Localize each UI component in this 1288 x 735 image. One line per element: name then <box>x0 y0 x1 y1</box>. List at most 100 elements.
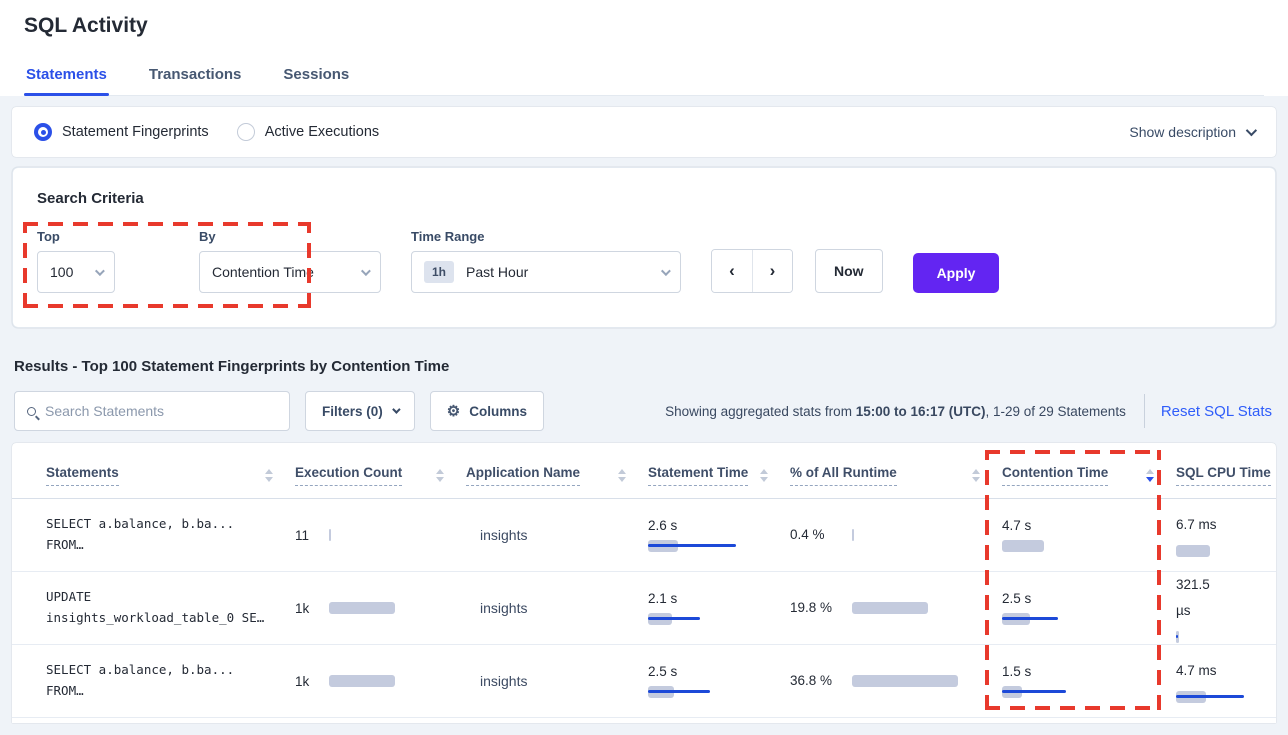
search-icon <box>27 407 36 416</box>
radio-unselected-icon <box>237 123 255 141</box>
search-statements-input[interactable] <box>45 403 277 419</box>
sort-icon[interactable] <box>618 469 626 482</box>
filters-button[interactable]: Filters (0) <box>305 391 415 431</box>
results-heading: Results - Top 100 Statement Fingerprints… <box>14 358 1274 375</box>
table-row: SELECT a.balance, b.ba... FROM… 11 insig… <box>12 499 1276 572</box>
time-range-select[interactable]: 1h Past Hour <box>411 251 681 293</box>
show-description-toggle[interactable]: Show description <box>1129 124 1254 140</box>
application-name-cell: insights <box>466 600 648 616</box>
execution-count-cell: 1k <box>295 674 466 689</box>
chevron-down-icon <box>661 266 671 276</box>
search-criteria-card: Search Criteria Top 100 By Contention Ti… <box>12 167 1276 328</box>
filters-label: Filters (0) <box>322 404 383 419</box>
radio-label: Statement Fingerprints <box>62 124 209 140</box>
col-contention-time: Contention Time <box>1002 465 1176 486</box>
runtime-pct-bar <box>852 674 962 688</box>
view-radio-group: Statement Fingerprints Active Executions <box>34 123 379 141</box>
aggregated-stats-text: Showing aggregated stats from 15:00 to 1… <box>665 404 1126 419</box>
top-select-value: 100 <box>50 264 73 280</box>
sort-icon[interactable] <box>436 469 444 482</box>
col-application-name: Application Name <box>466 465 648 486</box>
contention-time-bar <box>1002 612 1176 626</box>
search-criteria-heading: Search Criteria <box>37 190 1251 207</box>
runtime-pct-cell: 19.8 % <box>790 595 1002 621</box>
now-button[interactable]: Now <box>815 249 883 293</box>
divider <box>1144 394 1145 428</box>
execution-count-cell: 1k <box>295 601 466 616</box>
reset-sql-stats-link[interactable]: Reset SQL Stats <box>1161 403 1276 420</box>
top-select[interactable]: 100 <box>37 251 115 293</box>
time-range-label: Time Range <box>411 229 681 244</box>
chevron-down-icon <box>95 266 105 276</box>
col-pct-of-all-runtime: % of All Runtime <box>790 465 1002 486</box>
sort-icon[interactable] <box>265 469 273 482</box>
page-header: SQL Activity Statements Transactions Ses… <box>0 0 1288 96</box>
tab-sessions[interactable]: Sessions <box>281 60 351 95</box>
exec-count-bar <box>329 601 439 615</box>
statement-link[interactable]: SELECT a.balance, b.ba... FROM… <box>12 514 295 555</box>
execution-count-cell: 11 <box>295 528 466 543</box>
radio-active-executions[interactable]: Active Executions <box>237 123 379 141</box>
columns-button[interactable]: ⚙ Columns <box>430 391 544 431</box>
by-select[interactable]: Contention Time <box>199 251 381 293</box>
contention-time-cell: 4.7 s <box>1002 518 1176 553</box>
columns-label: Columns <box>469 404 527 419</box>
sql-cpu-time-cell: 6.7 ms <box>1176 512 1276 558</box>
next-time-button[interactable]: › <box>752 250 792 292</box>
time-range-badge: 1h <box>424 261 454 283</box>
search-statements-box <box>14 391 290 431</box>
application-name-cell: insights <box>466 673 648 689</box>
sort-icon-descending[interactable] <box>1146 469 1154 482</box>
statements-table: Statements Execution Count Application N… <box>12 443 1276 723</box>
results-toolbar: Filters (0) ⚙ Columns Showing aggregated… <box>14 391 1276 431</box>
prev-time-button[interactable]: ‹ <box>712 250 752 292</box>
radio-statement-fingerprints[interactable]: Statement Fingerprints <box>34 123 209 141</box>
col-label[interactable]: Statement Time <box>648 465 748 486</box>
col-label[interactable]: Execution Count <box>295 465 402 486</box>
gear-icon: ⚙ <box>447 404 460 419</box>
runtime-pct-bar <box>852 528 962 542</box>
sql-cpu-time-bar <box>1176 544 1276 558</box>
by-select-value: Contention Time <box>212 264 314 280</box>
apply-button[interactable]: Apply <box>913 253 1000 293</box>
sql-cpu-time-bar <box>1176 630 1276 644</box>
statement-link[interactable]: SELECT a.balance, b.ba... FROM… <box>12 660 295 701</box>
sort-icon[interactable] <box>760 469 768 482</box>
contention-time-bar <box>1002 685 1176 699</box>
top-label: Top <box>37 229 115 244</box>
runtime-pct-bar <box>852 601 962 615</box>
chevron-down-icon <box>1246 125 1257 136</box>
runtime-pct-cell: 0.4 % <box>790 522 1002 548</box>
contention-time-cell: 1.5 s <box>1002 664 1176 699</box>
statement-time-bar <box>648 685 790 699</box>
col-label[interactable]: Statements <box>46 465 119 486</box>
tab-bar: Statements Transactions Sessions <box>24 60 1264 96</box>
col-label[interactable]: Contention Time <box>1002 465 1108 486</box>
col-label[interactable]: % of All Runtime <box>790 465 897 486</box>
col-label[interactable]: SQL CPU Time <box>1176 465 1271 486</box>
col-label[interactable]: Application Name <box>466 465 580 486</box>
table-row: SELECT a.balance, b.ba... FROM… 1k insig… <box>12 645 1276 718</box>
stats-prefix: Showing aggregated stats from <box>665 404 856 419</box>
sql-cpu-time-cell: 4.7 ms <box>1176 658 1276 704</box>
statement-time-cell: 2.5 s <box>648 664 790 699</box>
exec-count-bar <box>329 528 439 542</box>
sort-icon[interactable] <box>972 469 980 482</box>
radio-selected-icon <box>34 123 52 141</box>
show-description-label: Show description <box>1129 124 1236 140</box>
col-execution-count: Execution Count <box>295 465 466 486</box>
tab-statements[interactable]: Statements <box>24 60 109 95</box>
statement-time-bar <box>648 612 790 626</box>
chevron-down-icon <box>392 405 400 413</box>
statement-link[interactable]: UPDATE insights_workload_table_0 SE… <box>12 587 295 628</box>
table-row: UPDATE insights_workload_table_0 SE… 1k … <box>12 572 1276 645</box>
by-label: By <box>199 229 381 244</box>
by-field: By Contention Time <box>157 229 381 293</box>
time-range-field: Time Range 1h Past Hour <box>395 229 681 293</box>
col-sql-cpu-time: SQL CPU Time <box>1176 465 1276 486</box>
page-title: SQL Activity <box>24 14 1264 60</box>
statement-time-cell: 2.6 s <box>648 518 790 553</box>
stats-range: 15:00 to 16:17 (UTC) <box>856 404 986 419</box>
tab-transactions[interactable]: Transactions <box>147 60 244 95</box>
table-header: Statements Execution Count Application N… <box>12 443 1276 499</box>
